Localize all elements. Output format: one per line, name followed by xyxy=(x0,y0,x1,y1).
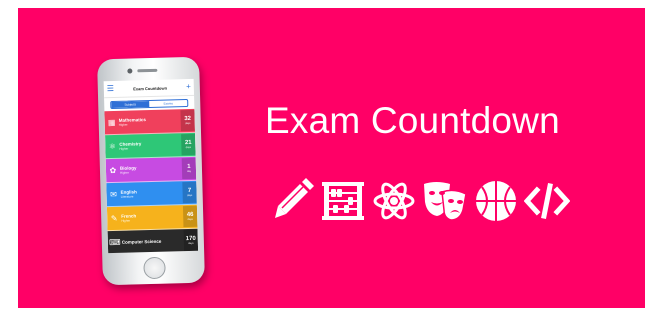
app-header: ☰ Exam Countdown + xyxy=(103,78,195,99)
plus-icon[interactable]: + xyxy=(186,82,191,91)
segmented-control: Subjects Exams xyxy=(110,99,189,110)
subject-list: ▦ Mathematics Higher 32 days ⚛ Chemistry… xyxy=(104,108,199,254)
days-unit: days xyxy=(186,193,193,198)
subject-level: Higher xyxy=(118,122,128,127)
days-remaining: 170 days xyxy=(183,229,199,252)
days-remaining: 32 days xyxy=(180,109,195,132)
atom-icon xyxy=(373,182,415,220)
chat-icon: ✎ xyxy=(110,213,118,224)
hamburger-icon[interactable]: ☰ xyxy=(107,84,114,93)
days-unit: days xyxy=(185,121,191,126)
subject-level: Higher xyxy=(119,146,129,151)
days-unit: days xyxy=(187,217,193,222)
subject-row-biology[interactable]: ✿ Biology Higher 1 day xyxy=(105,156,197,184)
flower-icon: ✿ xyxy=(109,165,117,176)
phone-mockup: ☰ Exam Countdown + Subjects Exams ▦ Math… xyxy=(97,56,205,286)
abacus-icon xyxy=(322,182,364,220)
code-icon xyxy=(524,183,570,219)
subject-level: Higher xyxy=(119,170,129,175)
theatre-masks-icon xyxy=(424,182,467,221)
days-unit: days xyxy=(188,241,194,246)
subject-name: Computer Science xyxy=(121,238,162,245)
basketball-icon xyxy=(476,181,516,221)
phone-speaker xyxy=(137,68,158,73)
atom-icon: ⚛ xyxy=(108,141,117,152)
subject-row-mathematics[interactable]: ▦ Mathematics Higher 32 days xyxy=(104,108,196,136)
tab-exams[interactable]: Exams xyxy=(149,100,187,107)
days-remaining: 21 days xyxy=(181,133,196,156)
subject-row-french[interactable]: ✎ French Higher 46 days xyxy=(106,204,198,232)
home-button xyxy=(143,256,166,280)
code-icon: ⌨ xyxy=(108,237,121,248)
subject-level: Literature xyxy=(120,194,134,199)
subject-level: Higher xyxy=(121,218,131,223)
days-unit: days xyxy=(185,145,192,150)
days-unit: day xyxy=(186,169,192,174)
book-icon: ✉ xyxy=(110,189,118,200)
pencil-icon xyxy=(275,178,314,218)
subject-row-computer-science[interactable]: ⌨ Computer Science 170 days xyxy=(107,228,199,254)
subject-row-english[interactable]: ✉ English Literature 7 days xyxy=(106,180,197,208)
phone-screen: ☰ Exam Countdown + Subjects Exams ▦ Math… xyxy=(103,78,199,254)
banner-title: Exam Countdown xyxy=(265,100,560,141)
days-remaining: 46 days xyxy=(182,205,198,228)
subject-row-chemistry[interactable]: ⚛ Chemistry Higher 21 days xyxy=(105,132,196,160)
promo-banner: ☰ Exam Countdown + Subjects Exams ▦ Math… xyxy=(18,8,645,308)
tab-subjects[interactable]: Subjects xyxy=(111,101,150,109)
days-remaining: 7 days xyxy=(182,181,197,204)
app-title: Exam Countdown xyxy=(133,85,168,91)
front-camera xyxy=(127,68,133,74)
abacus-icon: ▦ xyxy=(107,117,116,128)
days-remaining: 1 day xyxy=(181,157,197,180)
